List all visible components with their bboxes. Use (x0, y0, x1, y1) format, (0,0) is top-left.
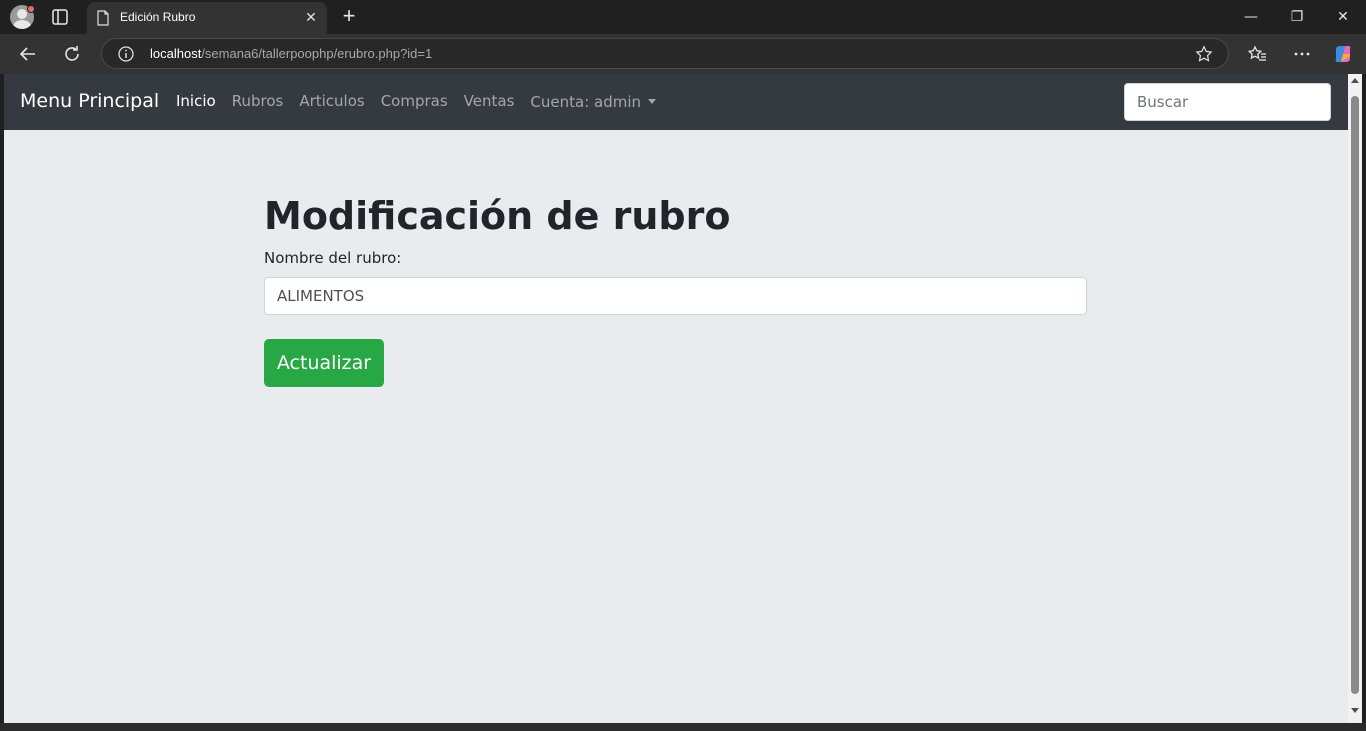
edit-form: Modificación de rubro Nombre del rubro: … (264, 194, 1087, 387)
search-input[interactable] (1124, 83, 1331, 121)
close-window-button[interactable]: ✕ (1320, 0, 1366, 34)
restore-button[interactable]: ❐ (1274, 0, 1320, 34)
tab-actions-icon[interactable] (50, 7, 70, 27)
page-icon (97, 10, 109, 26)
url-text[interactable]: localhost/semana6/tallerpoophp/erubro.ph… (150, 46, 432, 61)
favorites-icon[interactable] (1246, 42, 1270, 66)
browser-toolbar: localhost/semana6/tallerpoophp/erubro.ph… (0, 34, 1366, 74)
main-navbar: Menu Principal Inicio Rubros Articulos C… (4, 74, 1348, 130)
rubro-name-label: Nombre del rubro: (264, 248, 402, 267)
nav-link-cuenta[interactable]: Cuenta: admin (530, 93, 641, 111)
scroll-up-arrow-icon[interactable] (1351, 78, 1359, 83)
nav-link-inicio[interactable]: Inicio (176, 92, 216, 111)
new-tab-button[interactable]: + (338, 5, 360, 27)
url-host: localhost (150, 46, 202, 61)
account-dropdown[interactable]: Cuenta: admin (530, 92, 657, 111)
nav-link-compras[interactable]: Compras (381, 92, 448, 111)
navbar-links: Inicio Rubros Articulos Compras Ventas C… (176, 92, 657, 111)
scroll-down-arrow-icon[interactable] (1351, 708, 1359, 713)
nav-link-articulos[interactable]: Articulos (299, 92, 364, 111)
address-bar[interactable]: localhost/semana6/tallerpoophp/erubro.ph… (101, 38, 1229, 69)
tab-close-icon[interactable]: ✕ (303, 10, 319, 26)
page-viewport: Menu Principal Inicio Rubros Articulos C… (4, 74, 1348, 723)
page-title: Modificación de rubro (264, 194, 731, 238)
site-info-icon[interactable] (118, 46, 134, 62)
taskbar-strip (0, 723, 1366, 731)
update-button[interactable]: Actualizar (264, 338, 384, 387)
url-path: /semana6/tallerpoophp/erubro.php?id=1 (201, 46, 433, 61)
reload-icon[interactable] (60, 42, 84, 66)
nav-link-ventas[interactable]: Ventas (464, 92, 515, 111)
caret-down-icon (648, 99, 657, 104)
rubro-name-input[interactable] (264, 276, 1087, 315)
scrollbar-thumb[interactable] (1351, 96, 1359, 694)
more-options-icon[interactable] (1290, 42, 1314, 66)
minimize-button[interactable]: — (1228, 0, 1274, 34)
browser-tab-active[interactable]: Edición Rubro ✕ (87, 2, 327, 34)
navbar-brand[interactable]: Menu Principal (20, 90, 159, 112)
browser-tab-bar: Edición Rubro ✕ + — ❐ ✕ (0, 0, 1366, 34)
page-scrollbar[interactable] (1348, 74, 1362, 723)
nav-link-rubros[interactable]: Rubros (232, 92, 284, 111)
copilot-icon[interactable] (1332, 43, 1354, 65)
profile-notification-dot (27, 5, 35, 13)
tab-title: Edición Rubro (120, 10, 196, 24)
back-arrow-icon[interactable] (16, 42, 40, 66)
favorite-star-icon[interactable] (1195, 45, 1213, 63)
